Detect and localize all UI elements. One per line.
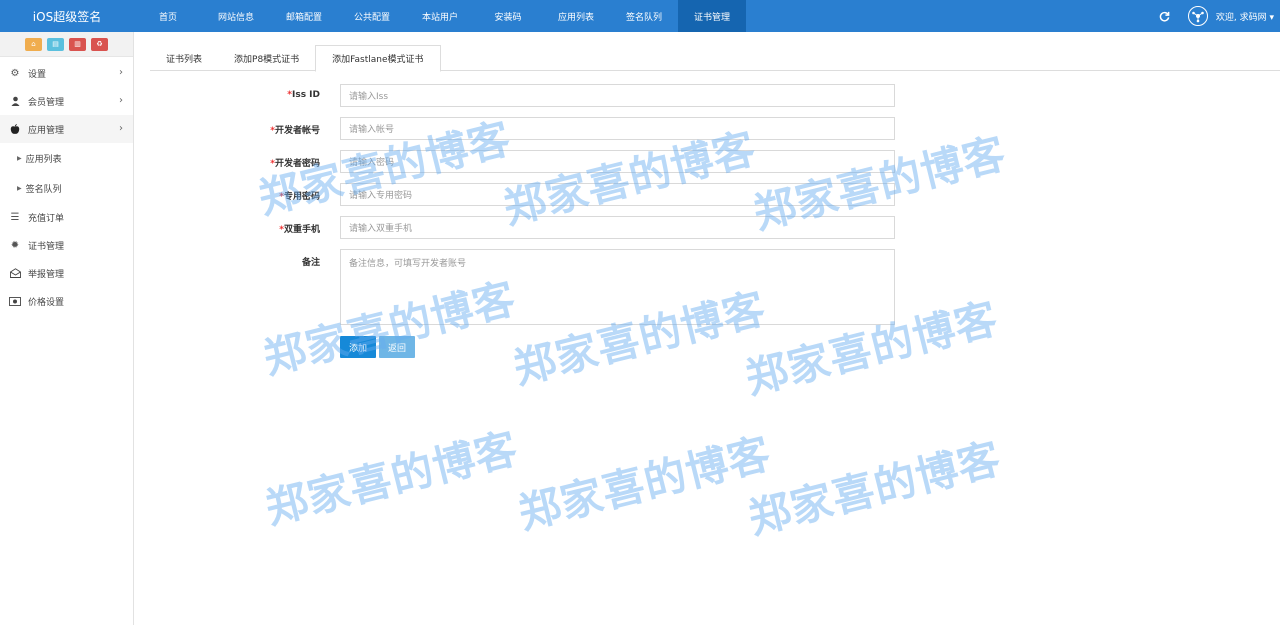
tab-bar: 证书列表 添加P8模式证书 添加Fastlane模式证书 xyxy=(150,45,1280,72)
note-label: 备注 xyxy=(301,258,320,268)
sidebar-item-members[interactable]: 会员管理 › xyxy=(0,87,133,115)
sidebar-item-settings[interactable]: ⚙ 设置 › xyxy=(0,59,133,87)
watermark-text: 郑家喜的博客 xyxy=(743,433,1006,544)
sidebar-item-label: 设置 xyxy=(28,69,47,80)
sidebar-item-label: 证书管理 xyxy=(28,241,65,252)
shortcut-bar: ⌂ ▤ ▥ ♻ xyxy=(0,32,133,57)
two-factor-phone-input[interactable]: 请输入双重手机 xyxy=(340,216,895,239)
tab-cert-list[interactable]: 证书列表 xyxy=(150,45,218,71)
gears-icon: ⚙ xyxy=(10,67,20,79)
chevron-right-icon: › xyxy=(119,123,123,134)
sidebar-item-label: 举报管理 xyxy=(28,269,65,280)
nav-cert-management[interactable]: 证书管理 xyxy=(678,0,746,32)
recycle-icon[interactable]: ♻ xyxy=(91,37,108,51)
trash-icon[interactable]: ▥ xyxy=(69,37,86,51)
two-factor-phone-label: *双重手机 xyxy=(279,225,320,235)
developer-password-label: *开发者密码 xyxy=(270,159,320,169)
developer-account-label: *开发者帐号 xyxy=(270,126,320,136)
add-button[interactable]: 添加 xyxy=(340,336,377,358)
list-icon: ☰ xyxy=(10,211,20,223)
apple-icon xyxy=(9,123,21,135)
chevron-right-icon: › xyxy=(119,67,123,78)
refresh-icon[interactable] xyxy=(1158,9,1172,23)
nav-sign-queue[interactable]: 签名队列 xyxy=(610,0,678,32)
caret-right-icon: ▶ xyxy=(17,154,22,162)
nav-public-config[interactable]: 公共配置 xyxy=(338,0,406,32)
file-icon[interactable]: ▤ xyxy=(47,37,64,51)
sidebar-item-label: 充值订单 xyxy=(28,213,65,224)
main-nav: 首页 网站信息 邮箱配置 公共配置 本站用户 安装码 应用列表 签名队列 证书管… xyxy=(134,0,746,32)
sidebar-item-certs[interactable]: ✹ 证书管理 xyxy=(0,231,133,259)
certificate-icon: ✹ xyxy=(10,239,20,251)
app-password-input[interactable]: 请输入专用密码 xyxy=(340,183,895,206)
iss-id-input[interactable]: 请输入Iss xyxy=(340,84,895,107)
watermark-text: 郑家喜的博客 xyxy=(513,428,776,539)
sidebar-item-prices[interactable]: 价格设置 xyxy=(0,287,133,315)
home-icon[interactable]: ⌂ xyxy=(25,37,42,51)
user-menu[interactable]: 欢迎, 求码网 ▾ xyxy=(1216,10,1274,23)
sidebar-item-label: 价格设置 xyxy=(28,297,65,308)
watermark-text: 郑家喜的博客 xyxy=(260,423,523,534)
sidebar-item-recharge[interactable]: ☰ 充值订单 xyxy=(0,203,133,231)
nav-mail-config[interactable]: 邮箱配置 xyxy=(270,0,338,32)
note-textarea[interactable]: 备注信息，可填写开发者账号 xyxy=(340,249,895,325)
sidebar-item-sign-queue[interactable]: ▶ 签名队列 xyxy=(0,173,133,203)
nav-site-info[interactable]: 网站信息 xyxy=(202,0,270,32)
sidebar-item-label: 签名队列 xyxy=(25,184,62,195)
top-navbar: iOS超级签名 首页 网站信息 邮箱配置 公共配置 本站用户 安装码 应用列表 … xyxy=(0,0,1280,32)
nav-install-code[interactable]: 安装码 xyxy=(474,0,542,32)
money-icon xyxy=(9,295,21,307)
back-button[interactable]: 返回 xyxy=(379,336,416,358)
sidebar-item-label: 应用管理 xyxy=(28,125,65,136)
chevron-right-icon: › xyxy=(119,95,123,106)
tab-add-p8-cert[interactable]: 添加P8模式证书 xyxy=(218,45,315,71)
tab-add-fastlane-cert[interactable]: 添加Fastlane模式证书 xyxy=(315,45,441,72)
nav-site-users[interactable]: 本站用户 xyxy=(406,0,474,32)
caret-right-icon: ▶ xyxy=(17,184,22,192)
sidebar-item-label: 会员管理 xyxy=(28,97,65,108)
nav-home[interactable]: 首页 xyxy=(134,0,202,32)
nav-app-list[interactable]: 应用列表 xyxy=(542,0,610,32)
envelope-open-icon xyxy=(9,267,21,279)
sidebar-item-apps[interactable]: 应用管理 › xyxy=(0,115,133,143)
iss-id-label: *Iss ID xyxy=(287,90,320,100)
brand-logo[interactable]: iOS超级签名 xyxy=(0,0,134,32)
sidebar-item-reports[interactable]: 举报管理 xyxy=(0,259,133,287)
developer-account-input[interactable]: 请输入帐号 xyxy=(340,117,895,140)
sidebar-item-label: 应用列表 xyxy=(25,154,62,165)
developer-password-input[interactable]: 请输入密码 xyxy=(340,150,895,173)
user-circle-icon[interactable] xyxy=(1187,6,1208,26)
user-icon xyxy=(9,95,21,107)
sidebar-item-app-list[interactable]: ▶ 应用列表 xyxy=(0,143,133,173)
app-password-label: *专用密码 xyxy=(279,192,320,202)
sidebar: ⌂ ▤ ▥ ♻ ⚙ 设置 › 会员管理 › 应用管理 › ▶ 应用列表 ▶ 签名… xyxy=(0,32,134,625)
